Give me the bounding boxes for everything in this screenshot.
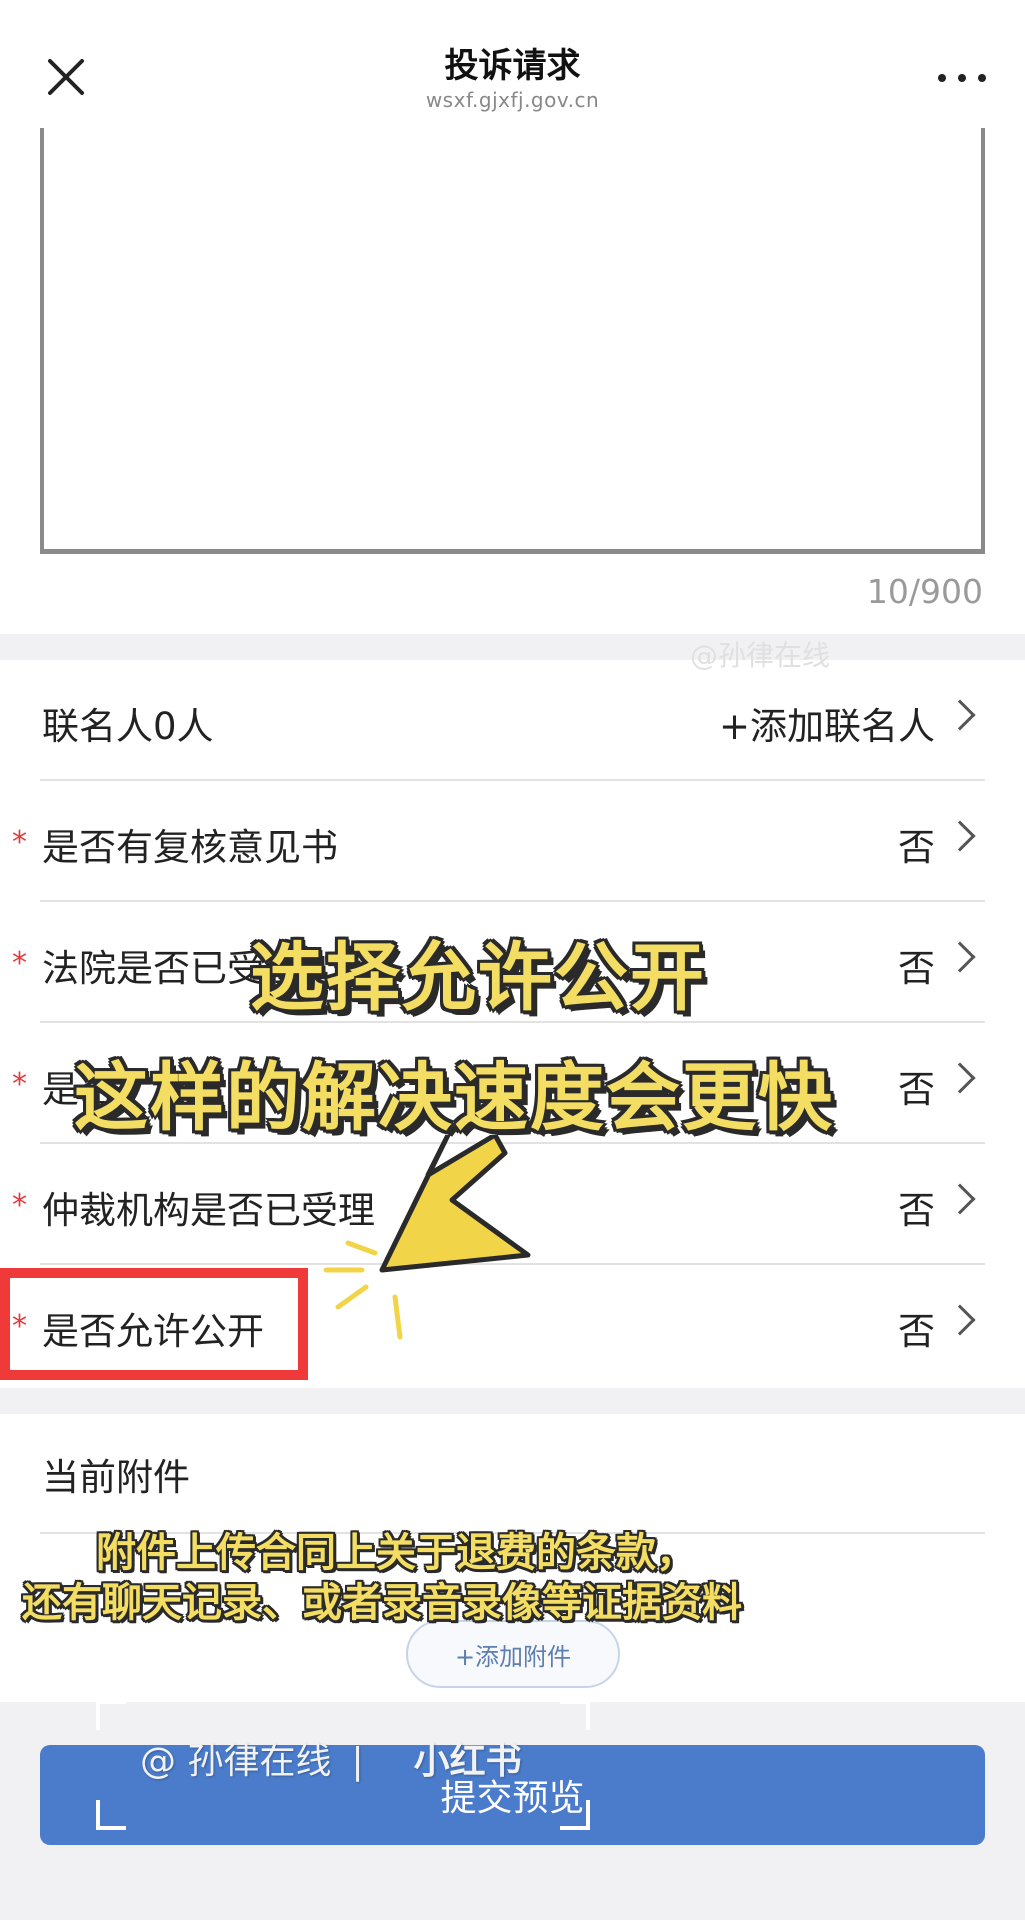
frame-corner-br xyxy=(560,1800,590,1830)
row-value: 否 xyxy=(898,1068,935,1111)
row-value: 否 xyxy=(898,1189,935,1232)
watermark-separator: | xyxy=(351,1741,364,1782)
section-divider xyxy=(0,1388,1025,1414)
add-cosigner-link[interactable]: +添加联名人 xyxy=(719,696,935,750)
row-value: 否 xyxy=(898,1310,935,1353)
chevron-right-icon xyxy=(944,820,976,852)
required-marker: * xyxy=(12,1188,27,1223)
chevron-right-icon xyxy=(944,1304,976,1336)
chevron-right-icon xyxy=(944,699,976,731)
highlight-box xyxy=(0,1268,308,1380)
row-label: 是否有复核意见书 xyxy=(42,826,338,869)
section-divider xyxy=(0,634,1025,660)
chevron-right-icon xyxy=(944,941,976,973)
account-watermark: @ 孙律在线 | 小红书 xyxy=(140,1732,522,1784)
frame-corner-bl xyxy=(96,1800,126,1830)
page-title: 投诉请求 xyxy=(444,46,581,86)
row-value: 否 xyxy=(898,947,935,990)
chevron-right-icon xyxy=(944,1183,976,1215)
frame-corner-tr xyxy=(560,1700,590,1730)
header-bar: 投诉请求 wsxf.gjxfj.gov.cn xyxy=(0,0,1025,128)
review-opinion-row[interactable]: * 是否有复核意见书 否 xyxy=(12,781,985,902)
required-marker: * xyxy=(12,1067,27,1102)
overlay-caption-2: 这样的解决速度会更快 xyxy=(74,1055,834,1141)
watermark-brand: 小红书 xyxy=(413,1741,522,1782)
complaint-textarea[interactable] xyxy=(40,128,985,554)
add-attachment-button[interactable]: +添加附件 xyxy=(406,1620,620,1688)
more-dots-icon[interactable] xyxy=(938,66,986,90)
character-counter: 10/900 xyxy=(866,572,983,611)
cosigners-row[interactable]: 联名人0人 +添加联名人 xyxy=(40,660,985,781)
watermark-account: @ 孙律在线 xyxy=(140,1741,332,1782)
frame-corner-tl xyxy=(96,1700,126,1730)
attachments-title: 当前附件 xyxy=(42,1456,190,1499)
chevron-right-icon xyxy=(944,1062,976,1094)
pointer-arrow-icon xyxy=(323,1135,531,1340)
overlay-caption-1: 选择允许公开 xyxy=(250,935,706,1021)
page-domain: wsxf.gjxfj.gov.cn xyxy=(425,88,600,112)
required-marker: * xyxy=(12,825,27,860)
cosigners-label: 联名人0人 xyxy=(42,705,214,748)
required-marker: * xyxy=(12,946,27,981)
overlay-caption-4: 还有聊天记录、或者录音录像等证据资料 xyxy=(22,1580,742,1626)
row-value: 否 xyxy=(898,826,935,869)
